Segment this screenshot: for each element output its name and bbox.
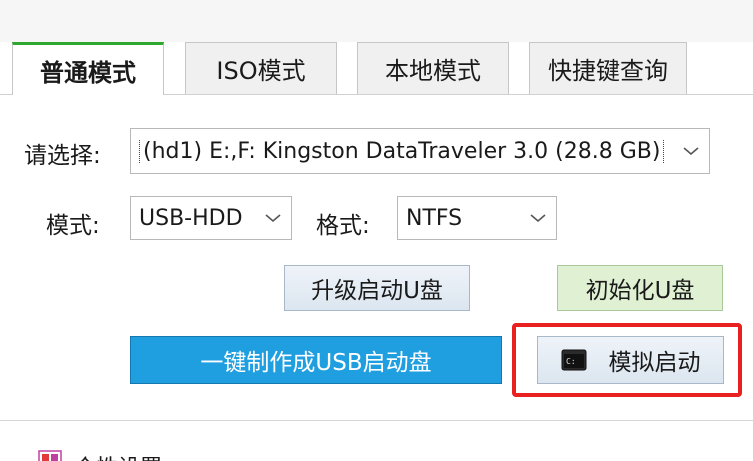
select-device-label: 请选择: [24, 143, 101, 169]
tab-label: 快捷键查询 [548, 57, 668, 85]
mode-select-value: USB-HDD [139, 205, 243, 231]
personalize-settings-link[interactable]: 个性设置 [38, 450, 162, 461]
format-label: 格式: [316, 213, 370, 239]
device-select[interactable]: (hd1) E:,F: Kingston DataTraveler 3.0 (2… [130, 128, 710, 174]
tab-local-mode[interactable]: 本地模式 [357, 42, 509, 94]
tab-hotkey-query[interactable]: 快捷键查询 [529, 42, 687, 94]
upgrade-usb-button[interactable]: 升级启动U盘 [284, 265, 470, 311]
simulate-boot-label: 模拟启动 [608, 350, 701, 376]
tab-label: 普通模式 [40, 58, 136, 87]
tab-normal-mode[interactable]: 普通模式 [12, 42, 164, 95]
simulate-boot-button[interactable]: C: 模拟启动 [537, 336, 724, 384]
mode-label: 模式: [46, 213, 100, 239]
mode-select[interactable]: USB-HDD [130, 196, 292, 240]
upgrade-usb-label: 升级启动U盘 [311, 278, 443, 304]
svg-text:C:: C: [566, 357, 576, 366]
title-area [0, 0, 753, 42]
format-select[interactable]: NTFS [397, 196, 557, 240]
initialize-usb-label: 初始化U盘 [585, 278, 695, 304]
create-bootable-usb-button[interactable]: 一键制作成USB启动盘 [130, 336, 502, 384]
device-select-value: (hd1) E:,F: Kingston DataTraveler 3.0 (2… [139, 138, 665, 164]
palette-icon [38, 450, 62, 461]
tab-label: ISO模式 [216, 57, 306, 85]
console-icon: C: [561, 349, 586, 371]
chevron-down-icon [683, 147, 699, 156]
chevron-down-icon [530, 214, 546, 223]
create-bootable-usb-label: 一键制作成USB启动盘 [200, 350, 432, 376]
personalize-settings-label: 个性设置 [74, 450, 162, 461]
section-divider [0, 420, 753, 421]
chevron-down-icon [265, 214, 281, 223]
tab-iso-mode[interactable]: ISO模式 [185, 42, 337, 94]
app-window: 普通模式 ISO模式 本地模式 快捷键查询 请选择: (hd1) E:,F: K… [0, 0, 753, 461]
tab-label: 本地模式 [385, 57, 481, 85]
format-select-value: NTFS [406, 205, 463, 231]
initialize-usb-button[interactable]: 初始化U盘 [557, 265, 723, 311]
